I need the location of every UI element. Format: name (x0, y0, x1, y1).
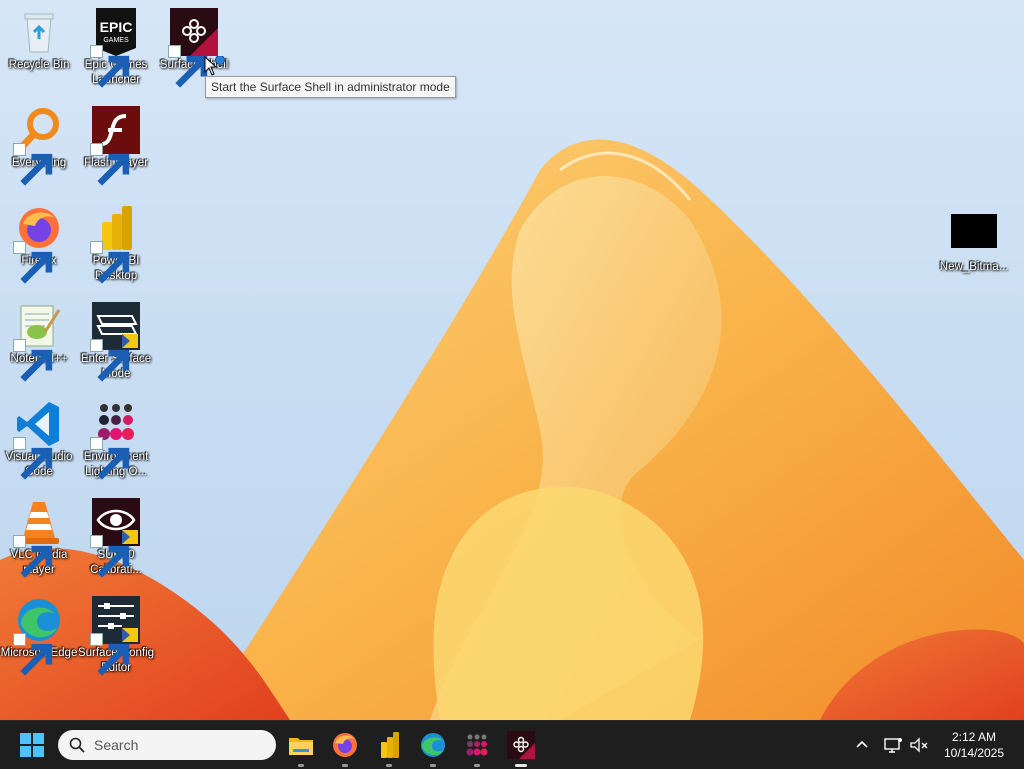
mouse-cursor-busy-icon (204, 56, 225, 76)
desktop-icon-surface-config-editor[interactable]: Surface Config Editor (77, 596, 155, 676)
desktop-icon-flash-player[interactable]: Flash Player (77, 106, 155, 186)
sur40-calibration-icon (90, 498, 140, 578)
search-input[interactable]: Search (58, 730, 276, 760)
network-icon (884, 738, 902, 753)
desktop-icon-enter-surface-mode[interactable]: Enter Surface Mode (77, 302, 155, 382)
shortcut-arrow-icon (168, 45, 208, 88)
active-indicator (515, 764, 527, 767)
desktop-icon-recycle-bin[interactable]: Recycle Bin (0, 8, 78, 73)
desktop-icon-microsoft-edge[interactable]: Microsoft Edge (0, 596, 78, 676)
vscode-icon (13, 400, 63, 480)
network-button[interactable] (883, 735, 903, 755)
shortcut-arrow-icon (90, 45, 130, 88)
taskbar-firefox[interactable] (329, 729, 361, 767)
tooltip: Start the Surface Shell in administrator… (205, 76, 456, 98)
environment-lighting-icon (466, 734, 488, 756)
firefox-icon (333, 733, 357, 757)
enter-surface-mode-icon (90, 302, 140, 382)
taskbar-environment-lighting[interactable] (461, 729, 493, 767)
desktop-icon-sur40-calibration[interactable]: SUR40 Calibrati... (77, 498, 155, 578)
shortcut-arrow-icon (90, 241, 130, 284)
desktop-icon-environment-lighting[interactable]: Environment Lighting O... (77, 400, 155, 480)
shortcut-arrow-icon (13, 633, 53, 676)
show-hidden-icons-button[interactable] (852, 735, 872, 755)
running-indicator (430, 764, 436, 767)
desktop-icon-power-bi[interactable]: Power BI Desktop (77, 204, 155, 284)
shortcut-arrow-icon (90, 143, 130, 186)
start-button[interactable] (16, 729, 48, 761)
desktop-icon-bitmap-file[interactable]: New_Bitma... (935, 210, 1013, 275)
search-icon (69, 737, 85, 753)
taskbar-file-explorer[interactable] (285, 729, 317, 767)
clock-date: 10/14/2025 (943, 746, 1005, 760)
shortcut-arrow-icon (13, 339, 53, 382)
chevron-up-icon (856, 740, 868, 748)
shortcut-arrow-icon (13, 143, 53, 186)
windows-logo-icon (20, 733, 44, 757)
svg-text:EPIC: EPIC (100, 19, 133, 35)
bitmap-file-icon (950, 210, 998, 258)
running-indicator (386, 764, 392, 767)
taskbar-surface-shell[interactable] (505, 729, 537, 767)
notepad-plus-plus-icon (13, 302, 63, 382)
desktop-icon-label: New_Bitma... (939, 261, 1009, 273)
environment-lighting-icon (90, 400, 140, 480)
file-explorer-icon (289, 738, 313, 755)
surface-shell-icon (168, 8, 218, 88)
microsoft-edge-icon (13, 596, 63, 676)
shortcut-arrow-icon (90, 535, 130, 578)
surface-config-editor-icon (90, 596, 140, 676)
shortcut-arrow-icon (90, 437, 130, 480)
shortcut-arrow-icon (90, 339, 130, 382)
desktop-icon-vscode[interactable]: Visual Studio Code (0, 400, 78, 480)
search-placeholder: Search (94, 737, 139, 753)
running-indicator (474, 764, 480, 767)
power-bi-desktop-icon (90, 204, 140, 284)
taskbar: Search 2:12 AM 10/14/2025 (0, 720, 1024, 769)
desktop-icon-firefox[interactable]: Firefox (0, 204, 78, 284)
volume-button[interactable] (909, 735, 929, 755)
recycle-bin-icon (15, 8, 63, 56)
power-bi-icon (381, 732, 399, 758)
taskbar-power-bi[interactable] (373, 729, 405, 767)
running-indicator (342, 764, 348, 767)
taskbar-edge[interactable] (417, 729, 449, 767)
desktop-icon-epic-games[interactable]: EPIC GAMES Epic Games Launcher (77, 8, 155, 88)
edge-icon (421, 733, 445, 757)
volume-muted-icon (910, 737, 928, 753)
desktop-icon-label: Recycle Bin (8, 59, 70, 71)
epic-games-launcher-icon: EPIC GAMES (90, 8, 140, 88)
clock-time: 2:12 AM (951, 730, 997, 744)
system-clock[interactable]: 2:12 AM 10/14/2025 (936, 729, 1012, 761)
shortcut-arrow-icon (13, 437, 53, 480)
surface-shell-icon (507, 731, 535, 759)
flash-player-icon (90, 106, 140, 186)
desktop-icon-notepad-plus-plus[interactable]: Notepad++ (0, 302, 78, 382)
running-indicator (298, 764, 304, 767)
desktop-icon-everything[interactable]: Everything (0, 106, 78, 186)
vlc-icon (13, 498, 63, 578)
svg-text:GAMES: GAMES (103, 37, 129, 44)
everything-icon (13, 106, 63, 186)
desktop-icon-vlc[interactable]: VLC media player (0, 498, 78, 578)
firefox-icon (13, 204, 63, 284)
shortcut-arrow-icon (13, 241, 53, 284)
shortcut-arrow-icon (13, 535, 53, 578)
shortcut-arrow-icon (90, 633, 130, 676)
